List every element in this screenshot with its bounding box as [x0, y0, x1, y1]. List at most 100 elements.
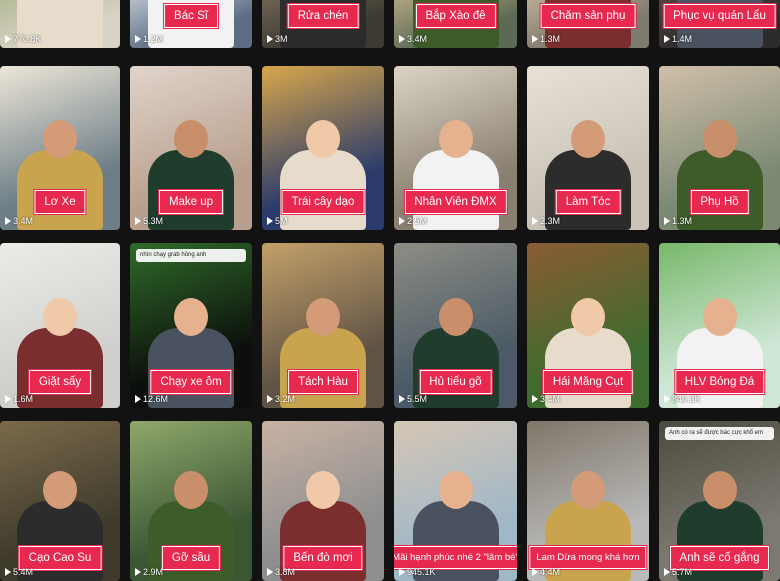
video-card[interactable]: Giặt sấy 1.6M	[0, 243, 120, 408]
person-head	[702, 120, 737, 158]
video-card[interactable]: Lơ Xe 3.4M	[0, 66, 120, 230]
play-icon	[532, 568, 538, 576]
view-count-text: 5.7M	[672, 567, 693, 577]
video-title-label: Lam Dừa mong khá hơn	[528, 545, 648, 570]
video-grid: 770.8K Bác Sĩ 1.2M Rửa chén 3M Bắp Xào đê 3.4M…	[0, 0, 780, 581]
view-count: 3.8M	[267, 567, 295, 577]
video-card[interactable]: Anh có ra sẽ được bác cực khổ em Anh sẽ c…	[659, 421, 780, 581]
video-card[interactable]: Make up 5.3M	[130, 66, 252, 230]
video-title-label: Hái Măng Cụt	[541, 369, 635, 395]
view-count-text: 5.5M	[407, 394, 428, 404]
view-count-text: 2.3M	[540, 216, 561, 226]
video-title-label: Giặt sấy	[27, 369, 93, 395]
person-head	[438, 471, 473, 509]
video-card[interactable]: Bắp Xào đê 3.4M	[394, 0, 517, 48]
view-count-text: 3.4M	[540, 394, 561, 404]
view-count: 1.3M	[664, 216, 692, 226]
video-title-label: HLV Bóng Đá	[673, 369, 766, 395]
view-count: 3.4M	[5, 216, 33, 226]
play-icon	[267, 217, 273, 225]
view-count-text: 1.6M	[13, 394, 34, 404]
video-card[interactable]: Bác Sĩ 1.2M	[130, 0, 252, 48]
video-title-label: Bác Sĩ	[163, 3, 219, 29]
view-count-text: 1.3M	[672, 216, 693, 226]
video-title-label: Trái cây dạo	[280, 189, 366, 215]
play-icon	[135, 568, 141, 576]
view-count-text: 4.4M	[540, 567, 561, 577]
video-card[interactable]: Chăm sản phụ 1.3M	[527, 0, 649, 48]
play-icon	[532, 217, 538, 225]
video-card[interactable]: Tách Hàu 3.2M	[262, 243, 384, 408]
video-card[interactable]: Phục vụ quán Lẩu 1.4M	[659, 0, 780, 48]
view-count: 1.2M	[135, 34, 163, 44]
person-head	[306, 298, 340, 336]
play-icon	[135, 35, 141, 43]
video-card[interactable]: Bến đò mơi 3.8M	[262, 421, 384, 581]
play-icon	[664, 395, 670, 403]
video-title-label: Nhân Viên ĐMX	[403, 189, 508, 215]
view-count-text: 1.4M	[672, 34, 693, 44]
view-count-text: 5.4M	[13, 567, 34, 577]
view-count-text: 3.2M	[275, 394, 296, 404]
view-count-text: 3M	[275, 34, 288, 44]
view-count: 3.2M	[267, 394, 295, 404]
video-card[interactable]: 770.8K	[0, 0, 120, 48]
video-card[interactable]: Phụ Hồ 1.3M	[659, 66, 780, 230]
play-icon	[399, 568, 405, 576]
video-card[interactable]: Trái cây dạo 5M	[262, 66, 384, 230]
view-count: 945.1K	[399, 567, 436, 577]
view-count-text: 770.8K	[13, 34, 42, 44]
view-count: 2.5M	[399, 216, 427, 226]
view-count: 3.4M	[532, 394, 560, 404]
play-icon	[399, 395, 405, 403]
video-card[interactable]: Gỡ sầu 2.9M	[130, 421, 252, 581]
person-head	[702, 298, 737, 336]
play-icon	[664, 568, 670, 576]
comment-bubble: Anh có ra sẽ được bác cực khổ em	[665, 427, 774, 441]
person-head	[438, 120, 473, 158]
view-count: 5.7M	[664, 567, 692, 577]
video-card[interactable]: Rửa chén 3M	[262, 0, 384, 48]
view-count: 5.4M	[5, 567, 33, 577]
person-head	[43, 298, 77, 336]
play-icon	[664, 217, 670, 225]
view-count: 2.9M	[135, 567, 163, 577]
video-card[interactable]: Hái Măng Cụt 3.4M	[527, 243, 649, 408]
play-icon	[5, 217, 11, 225]
video-title-label: Rửa chén	[286, 3, 360, 29]
play-icon	[664, 35, 670, 43]
video-card[interactable]: Hủ tiếu gõ 5.5M	[394, 243, 517, 408]
person-head	[702, 471, 737, 509]
video-card[interactable]: HLV Bóng Đá 840.3K	[659, 243, 780, 408]
person-head	[438, 298, 473, 336]
play-icon	[399, 35, 405, 43]
video-title-label: Mãi hạnh phúc nhé 2 "lâm bé"	[394, 545, 517, 570]
person-head	[306, 120, 340, 158]
video-card[interactable]: Lam Dừa mong khá hơn 4.4M	[527, 421, 649, 581]
view-count-text: 3.4M	[13, 216, 34, 226]
video-card[interactable]: Mãi hạnh phúc nhé 2 "lâm bé" 945.1K	[394, 421, 517, 581]
view-count: 3M	[267, 34, 288, 44]
person-head	[43, 471, 77, 509]
comment-bubble: nhìn chạy grab hồng anh	[136, 249, 246, 263]
view-count-text: 12.6M	[143, 394, 169, 404]
view-count: 840.3K	[664, 394, 701, 404]
person-head	[174, 298, 208, 336]
view-count: 1.6M	[5, 394, 33, 404]
video-card[interactable]: nhìn chạy grab hồng anh Chạy xe ôm 12.6M	[130, 243, 252, 408]
video-title-label: Làm Tóc	[554, 189, 622, 215]
video-title-label: Phụ Hồ	[689, 189, 750, 215]
person-head	[571, 471, 605, 509]
view-count: 770.8K	[5, 34, 42, 44]
video-card[interactable]: Nhân Viên ĐMX 2.5M	[394, 66, 517, 230]
video-card[interactable]: Cạo Cao Su 5.4M	[0, 421, 120, 581]
play-icon	[135, 395, 141, 403]
play-icon	[5, 568, 11, 576]
view-count-text: 945.1K	[407, 567, 436, 577]
play-icon	[399, 217, 405, 225]
video-title-label: Gỡ sầu	[160, 545, 222, 571]
video-card[interactable]: Làm Tóc 2.3M	[527, 66, 649, 230]
view-count-text: 1.2M	[143, 34, 164, 44]
view-count-text: 2.5M	[407, 216, 428, 226]
play-icon	[135, 217, 141, 225]
